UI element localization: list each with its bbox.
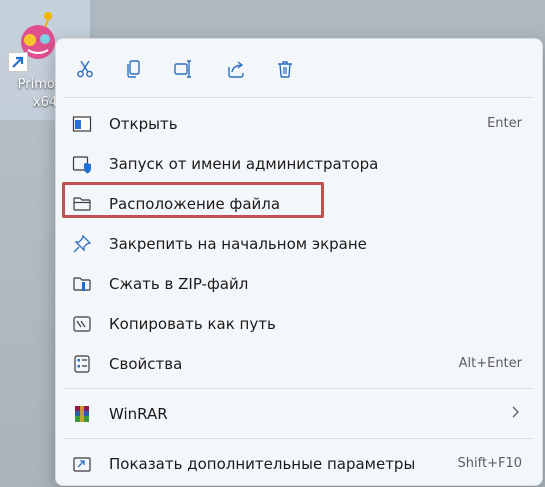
menu-item-label: Показать дополнительные параметры [109,455,416,473]
menu-item-label: Запуск от имени администратора [109,155,379,173]
menu-item-label: WinRAR [109,405,168,423]
menu-item-label: Свойства [109,355,183,373]
run-as-admin-icon [72,154,92,174]
menu-item-winrar[interactable]: WinRAR [60,395,538,433]
menu-item-properties[interactable]: Свойства Alt+Enter [60,345,538,383]
separator [64,97,534,98]
more-options-icon [72,454,92,474]
context-menu-toolbar [56,53,542,85]
cut-icon [77,60,93,78]
highlight-frame [62,182,324,218]
menu-item-shortcut: Alt+Enter [458,356,522,371]
menu-item-copy-as-path[interactable]: Копировать как путь [60,305,538,343]
menu-item-shortcut: Enter [487,116,522,131]
open-icon [72,114,92,134]
share-button[interactable] [220,53,252,85]
delete-button[interactable] [269,53,301,85]
menu-item-label: Сжать в ZIP-файл [109,275,249,293]
share-icon [228,61,244,78]
separator [64,438,534,439]
menu-item-pin-to-start[interactable]: Закрепить на начальном экране [60,225,538,263]
menu-item-label: Копировать как путь [109,315,276,333]
menu-item-label: Открыть [109,115,178,133]
copy-icon [127,60,140,78]
context-menu: Открыть Enter Запуск от имени администра… [55,38,543,486]
separator [64,388,534,389]
shortcut-arrow-icon [8,52,28,72]
chevron-right-icon [510,405,520,425]
menu-item-shortcut: Shift+F10 [457,456,522,471]
menu-item-run-as-admin[interactable]: Запуск от имени администратора [60,145,538,183]
menu-item-show-more-options[interactable]: Показать дополнительные параметры Shift+… [60,445,538,483]
rename-button[interactable] [167,53,199,85]
winrar-icon [72,404,92,424]
menu-item-label: Закрепить на начальном экране [109,235,367,253]
delete-icon [278,61,292,78]
properties-icon [72,354,92,374]
menu-item-open[interactable]: Открыть Enter [60,105,538,143]
menu-item-compress-zip[interactable]: Сжать в ZIP-файл [60,265,538,303]
copy-button[interactable] [118,53,150,85]
pin-icon [72,234,92,254]
zip-icon [72,274,92,294]
copy-path-icon [72,314,92,334]
rename-icon [174,60,191,78]
cut-button[interactable] [69,53,101,85]
